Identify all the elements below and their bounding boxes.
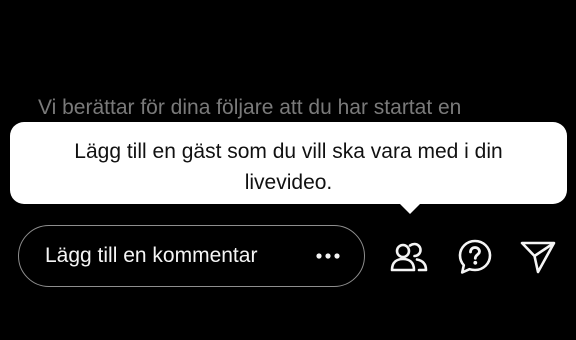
comment-input[interactable]: Lägg till en kommentar	[18, 225, 365, 287]
add-guests-icon	[390, 242, 428, 272]
live-status-message: Vi berättar för dina följare att du har …	[38, 96, 462, 119]
live-video-screen: Vi berättar för dina följare att du har …	[0, 0, 576, 340]
add-guest-tooltip: Lägg till en gäst som du vill ska vara m…	[10, 122, 567, 204]
more-horizontal-icon	[316, 253, 340, 259]
add-guests-button[interactable]	[390, 238, 428, 276]
tooltip-text: Lägg till en gäst som du vill ska vara m…	[74, 140, 503, 194]
send-paper-plane-icon	[520, 241, 556, 274]
comment-placeholder: Lägg till en kommentar	[45, 244, 258, 267]
more-options-button[interactable]	[314, 242, 342, 270]
help-question-icon	[458, 239, 492, 274]
help-button[interactable]	[456, 238, 494, 276]
tooltip-arrow	[399, 203, 421, 214]
share-button[interactable]	[519, 238, 557, 276]
